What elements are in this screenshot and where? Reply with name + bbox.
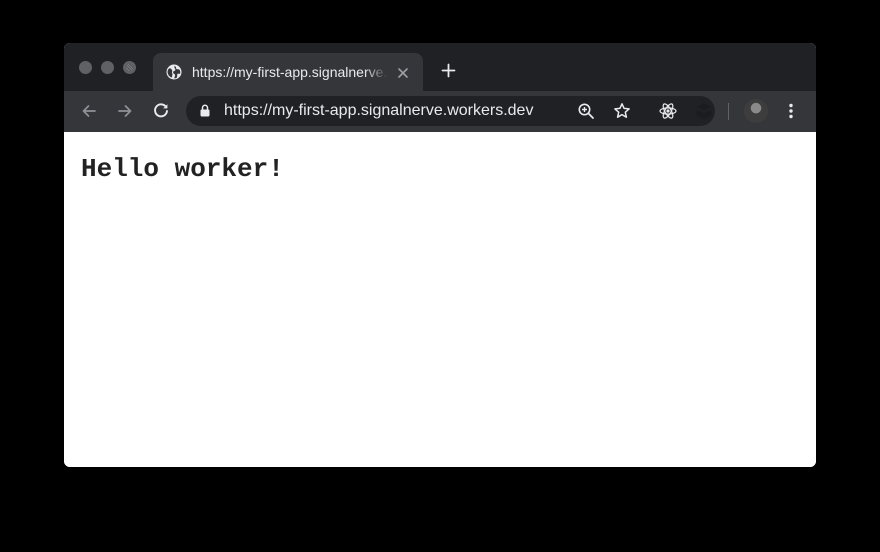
window-fullscreen-button[interactable] [123,61,136,74]
avatar[interactable] [744,99,768,123]
toolbar-divider [728,103,729,120]
toolbar: https://my-first-app.signalnerve.workers… [64,91,816,132]
url-text[interactable]: https://my-first-app.signalnerve.workers… [224,102,533,120]
star-icon[interactable] [613,102,631,120]
window-close-button[interactable] [79,61,92,74]
lock-icon[interactable] [200,104,210,117]
arrow-right-icon[interactable] [115,101,135,121]
kebab-menu-icon[interactable] [781,101,801,121]
tab-active[interactable]: https://my-first-app.signalnerve.workers… [153,53,423,91]
arrow-left-icon[interactable] [79,101,99,121]
page-heading: Hello worker! [81,154,284,184]
globe-icon [166,64,182,80]
close-icon[interactable] [397,66,409,78]
address-bar[interactable]: https://my-first-app.signalnerve.workers… [186,96,715,126]
window-minimize-button[interactable] [101,61,114,74]
tab-strip: https://my-first-app.signalnerve.workers… [64,43,816,91]
react-devtools-icon[interactable] [658,101,678,121]
layers-extension-icon[interactable] [694,101,714,121]
reload-icon[interactable] [151,101,171,121]
zoom-in-icon[interactable] [577,102,595,120]
page-content: Hello worker! [64,132,816,467]
browser-window: https://my-first-app.signalnerve.workers… [64,43,816,467]
plus-icon[interactable] [441,63,456,78]
tab-title: https://my-first-app.signalnerve.workers… [192,64,388,80]
